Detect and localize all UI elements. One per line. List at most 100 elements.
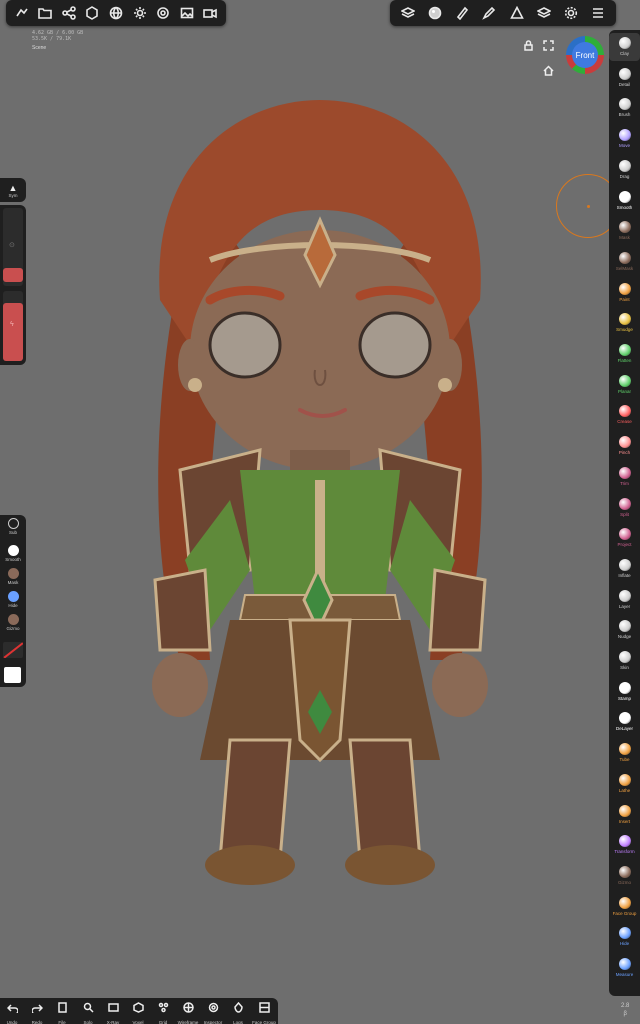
material-icon[interactable]: [154, 4, 172, 22]
tool-gizmo[interactable]: Gizmo: [609, 862, 640, 890]
tool-detail[interactable]: Detail: [609, 64, 640, 92]
brush-pen-icon[interactable]: [453, 4, 471, 22]
bottom-wireframe-button[interactable]: Wireframe: [176, 1000, 200, 1024]
tool-measure[interactable]: Measure: [609, 954, 640, 982]
solo-icon: [83, 1000, 94, 1018]
tool-label: Flatten: [617, 358, 632, 363]
paint-icon[interactable]: [480, 4, 498, 22]
topology-icon[interactable]: [399, 4, 417, 22]
video-icon[interactable]: [201, 4, 219, 22]
settings-icon[interactable]: [562, 4, 580, 22]
tool-mask[interactable]: Mask: [609, 217, 640, 245]
tool-drag[interactable]: Drag: [609, 156, 640, 184]
tool-crease[interactable]: Crease: [609, 401, 640, 429]
tool-label: Detail: [618, 81, 631, 87]
bottom-inspector-button[interactable]: Inspector: [201, 1000, 225, 1024]
bottom-undo-button[interactable]: Undo: [0, 1000, 24, 1024]
color-swatch-white[interactable]: [4, 667, 21, 683]
tool-project[interactable]: Project: [609, 524, 640, 552]
menu-icon[interactable]: [589, 4, 607, 22]
bottom-solo-button[interactable]: Solo: [76, 1000, 100, 1024]
tool-face-group[interactable]: Face Group: [609, 893, 640, 921]
fullscreen-icon[interactable]: [543, 38, 554, 56]
tool-move[interactable]: Move: [609, 125, 640, 153]
smooth-button[interactable]: Smooth: [0, 545, 26, 562]
bottom-tool-label: Voxel: [132, 1020, 144, 1024]
bottom-face-group-button[interactable]: Face Group: [252, 1000, 276, 1024]
bottom-grid-button[interactable]: Grid: [151, 1000, 175, 1024]
gizmo-front-label[interactable]: Front: [572, 42, 598, 68]
bottom-tool-label: Solo: [83, 1020, 93, 1024]
tool-selmask[interactable]: SelMask: [609, 248, 640, 276]
tool-label: Smooth: [616, 204, 633, 210]
tool-gizmo-icon: [618, 865, 631, 878]
bottom-file-button[interactable]: File: [50, 1000, 74, 1024]
tool-transform[interactable]: Transform: [609, 831, 640, 859]
share-icon[interactable]: [60, 4, 78, 22]
tool-nudge[interactable]: Nudge: [609, 616, 640, 644]
undo-icon: [6, 1000, 19, 1018]
tool-delayer[interactable]: DeLayer: [609, 708, 640, 736]
bottom-logs-button[interactable]: Logs: [226, 1000, 250, 1024]
sculpt-model[interactable]: [140, 100, 500, 890]
symmetry-button[interactable]: ▲ Sym: [0, 178, 26, 202]
tool-selmask-icon: [618, 251, 631, 264]
radius-icon: ⊙: [9, 242, 15, 249]
tool-planar[interactable]: Planar: [609, 371, 640, 399]
mask-button[interactable]: Mask: [0, 568, 26, 585]
tool-label: Brush: [618, 112, 631, 118]
tool-trim[interactable]: Trim: [609, 463, 640, 491]
view-gizmo[interactable]: Front: [566, 36, 604, 74]
tool-planar-icon: [618, 374, 631, 387]
tool-label: Drag: [619, 173, 630, 179]
bottom-voxel-button[interactable]: Voxel: [126, 1000, 150, 1024]
hide-button[interactable]: Hide: [0, 591, 26, 608]
tool-label: Hide: [619, 941, 630, 947]
no-color-swatch[interactable]: [3, 642, 23, 658]
tool-tube[interactable]: Tube: [609, 739, 640, 767]
light-icon[interactable]: [131, 4, 149, 22]
tool-mask-icon: [618, 221, 631, 234]
tool-flatten-icon: [618, 344, 631, 356]
tool-pinch[interactable]: Pinch: [609, 432, 640, 460]
bottom-x-ray-button[interactable]: X-Ray: [101, 1000, 125, 1024]
tool-paint[interactable]: Paint: [609, 279, 640, 307]
scene-info: 4.62 GB / 6.00 GB 53.5K / 79.1K Scene: [32, 30, 83, 51]
tool-smudge[interactable]: Smudge: [609, 309, 640, 337]
triangle-icon[interactable]: [508, 4, 526, 22]
inspector-icon: [208, 1000, 219, 1018]
tool-clay[interactable]: Clay: [609, 33, 640, 61]
tool-brush-icon: [618, 98, 631, 111]
tool-skin[interactable]: Skin: [609, 647, 640, 675]
tool-label: Clay: [619, 51, 629, 56]
matcap-sphere-icon[interactable]: [426, 4, 444, 22]
image-icon[interactable]: [178, 4, 196, 22]
tool-hide[interactable]: Hide: [609, 923, 640, 951]
scene-icon[interactable]: [83, 4, 101, 22]
home-icon[interactable]: [543, 63, 554, 81]
radius-slider-fill[interactable]: [3, 268, 23, 282]
lock-icon[interactable]: [523, 38, 534, 56]
bottom-redo-button[interactable]: Redo: [25, 1000, 49, 1024]
bottom-tool-label: File: [58, 1020, 66, 1024]
tool-label: Tube: [619, 757, 630, 763]
tool-stamp[interactable]: Stamp: [609, 678, 640, 706]
gizmo-button[interactable]: Gizmo: [0, 614, 26, 631]
tool-layer[interactable]: Layer: [609, 586, 640, 614]
intensity-slider-fill[interactable]: [3, 303, 23, 361]
tool-trim-icon: [618, 466, 631, 479]
folder-icon[interactable]: [36, 4, 54, 22]
tool-insert[interactable]: Insert: [609, 801, 640, 829]
voxel-icon: [132, 1000, 144, 1018]
tool-split[interactable]: Split: [609, 494, 640, 522]
hand-draw-icon[interactable]: [13, 4, 31, 22]
tool-smooth[interactable]: Smooth: [609, 187, 640, 215]
intensity-icon: ϟ: [10, 321, 14, 328]
tool-flatten[interactable]: Flatten: [609, 340, 640, 368]
globe-icon[interactable]: [107, 4, 125, 22]
tool-inflate[interactable]: Inflate: [609, 555, 640, 583]
layers-icon[interactable]: [535, 4, 553, 22]
tool-brush[interactable]: Brush: [609, 94, 640, 122]
sub-button[interactable]: Sub: [0, 518, 26, 535]
tool-lathe[interactable]: Lathe: [609, 770, 640, 798]
